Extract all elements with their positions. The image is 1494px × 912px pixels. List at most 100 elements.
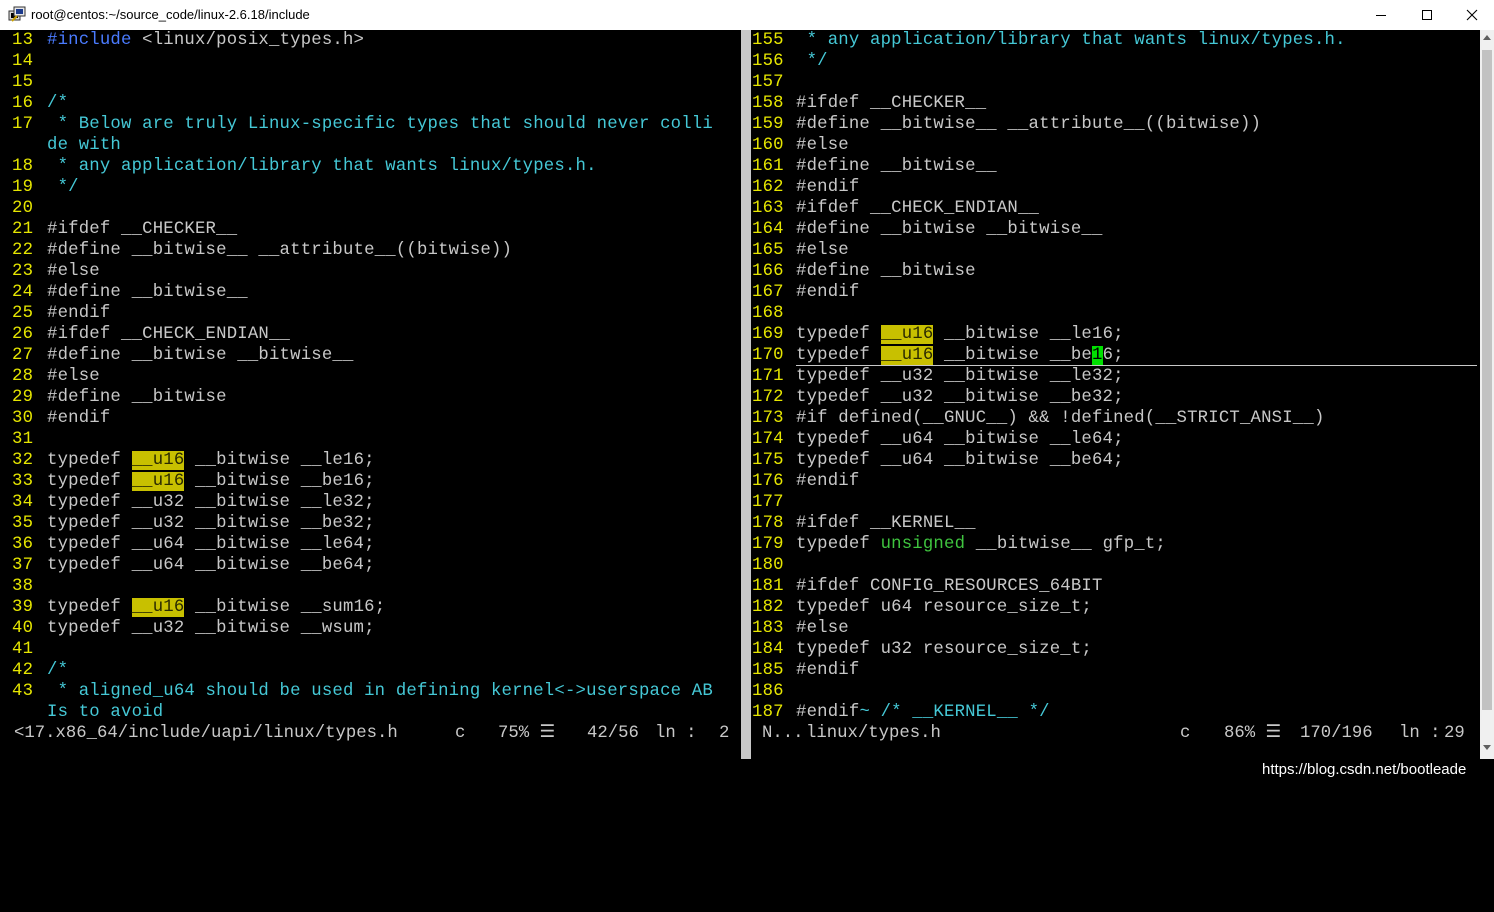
code-line[interactable]: 186 — [752, 681, 796, 702]
code-line[interactable]: 187 #endif~ /* __KERNEL__ */ — [752, 702, 1050, 723]
status-filetype: c — [1180, 724, 1191, 743]
code-line[interactable]: 17 * Below are truly Linux-specific type… — [0, 114, 713, 135]
terminal-area[interactable]: 13 #include <linux/posix_types.h> 14 15 16 /*… — [0, 30, 1480, 759]
scroll-down-arrow-icon[interactable] — [1483, 745, 1491, 751]
code-line[interactable]: 39 typedef __u16 __bitwise __sum16; — [0, 597, 385, 618]
code-line[interactable]: 43 * aligned_u64 should be used in defin… — [0, 681, 713, 702]
code-line[interactable]: 176 #endif — [752, 471, 859, 492]
line-number: 37 — [12, 556, 34, 575]
code-line[interactable]: 184 typedef u32 resource_size_t; — [752, 639, 1092, 660]
code-line[interactable]: 38 — [0, 576, 47, 597]
code-token: #endif — [796, 178, 860, 197]
code-line[interactable]: 166 #define __bitwise — [752, 261, 976, 282]
vertical-scrollbar[interactable] — [1480, 30, 1494, 759]
code-line[interactable]: 159 #define __bitwise__ __attribute__((bi… — [752, 114, 1261, 135]
code-line[interactable]: 161 #define __bitwise__ — [752, 156, 997, 177]
code-line[interactable]: 14 — [0, 51, 47, 72]
code-line[interactable]: 164 #define __bitwise __bitwise__ — [752, 219, 1103, 240]
code-line[interactable]: de with — [0, 135, 121, 156]
code-line[interactable]: 181 #ifdef CONFIG_RESOURCES_64BIT — [752, 576, 1103, 597]
code-line[interactable]: 173 #if defined(__GNUC__) && !defined(__S… — [752, 408, 1325, 429]
code-token: #endif — [796, 661, 860, 680]
code-token: typedef __u64 __bitwise __le64; — [47, 535, 375, 554]
right-editor-pane[interactable]: 155 * any application/library that wants… — [752, 30, 1480, 744]
code-token: * aligned_u64 should be used in defining… — [47, 682, 713, 701]
code-line[interactable]: 37 typedef __u64 __bitwise __be64; — [0, 555, 375, 576]
window-title: root@centos:~/source_code/linux-2.6.18/i… — [31, 7, 310, 22]
search-highlight: __u16 — [880, 325, 934, 344]
code-line[interactable]: 163 #ifdef __CHECK_ENDIAN__ — [752, 198, 1039, 219]
code-line[interactable]: 169 typedef __u16 __bitwise __le16; — [752, 324, 1124, 345]
code-line[interactable]: 183 #else — [752, 618, 849, 639]
code-line[interactable]: 178 #ifdef __KERNEL__ — [752, 513, 976, 534]
status-ln-label: ln : — [1399, 724, 1441, 743]
code-line[interactable]: 158 #ifdef __CHECKER__ — [752, 93, 986, 114]
code-line[interactable]: 155 * any application/library that wants… — [752, 30, 1346, 51]
code-line[interactable]: 42 /* — [0, 660, 68, 681]
left-editor-pane[interactable]: 13 #include <linux/posix_types.h> 14 15 16 /*… — [0, 30, 741, 744]
line-number: 181 — [752, 577, 784, 596]
line-number: 43 — [12, 682, 34, 701]
code-line[interactable]: 24 #define __bitwise__ — [0, 282, 248, 303]
code-line[interactable]: 157 — [752, 72, 796, 93]
code-line[interactable]: 36 typedef __u64 __bitwise __le64; — [0, 534, 375, 555]
code-token: typedef — [796, 535, 881, 554]
code-line[interactable]: 162 #endif — [752, 177, 859, 198]
maximize-button[interactable] — [1404, 0, 1450, 30]
code-line[interactable]: 30 #endif — [0, 408, 110, 429]
vertical-split-divider[interactable] — [741, 30, 751, 759]
code-line[interactable]: 40 typedef __u32 __bitwise __wsum; — [0, 618, 375, 639]
code-line[interactable]: 25 #endif — [0, 303, 110, 324]
code-line[interactable]: 180 — [752, 555, 796, 576]
status-file: <17.x86_64/include/uapi/linux/types.h — [14, 724, 398, 743]
code-line[interactable]: 19 */ — [0, 177, 79, 198]
code-line[interactable]: 174 typedef __u64 __bitwise __le64; — [752, 429, 1124, 450]
code-line[interactable]: 182 typedef u64 resource_size_t; — [752, 597, 1092, 618]
close-button[interactable] — [1449, 0, 1494, 30]
code-line[interactable]: 29 #define __bitwise — [0, 387, 227, 408]
code-line[interactable]: 167 #endif — [752, 282, 859, 303]
line-number: 184 — [752, 640, 784, 659]
scrollbar-thumb[interactable] — [1482, 50, 1492, 710]
code-line[interactable]: 156 */ — [752, 51, 828, 72]
code-line[interactable]: 28 #else — [0, 366, 100, 387]
code-token: */ — [796, 52, 828, 71]
code-line[interactable]: 26 #ifdef __CHECK_ENDIAN__ — [0, 324, 290, 345]
code-line[interactable]: 185 #endif — [752, 660, 859, 681]
code-line[interactable]: 22 #define __bitwise__ __attribute__((bit… — [0, 240, 512, 261]
code-token: __bitwise __be16; — [184, 472, 375, 491]
line-number: 16 — [12, 94, 34, 113]
code-line[interactable]: 179 typedef unsigned __bitwise__ gfp_t; — [752, 534, 1166, 555]
code-line[interactable]: 165 #else — [752, 240, 849, 261]
code-line[interactable]: 16 /* — [0, 93, 68, 114]
code-line[interactable]: 18 * any application/library that wants … — [0, 156, 597, 177]
code-line[interactable]: 41 — [0, 639, 47, 660]
code-line[interactable]: 175 typedef __u64 __bitwise __be64; — [752, 450, 1124, 471]
code-line[interactable]: 171 typedef __u32 __bitwise __le32; — [752, 366, 1124, 387]
code-line[interactable]: 27 #define __bitwise __bitwise__ — [0, 345, 354, 366]
search-highlight: __u16 — [131, 451, 185, 470]
code-line[interactable]: 21 #ifdef __CHECKER__ — [0, 219, 237, 240]
code-line[interactable]: 34 typedef __u32 __bitwise __le32; — [0, 492, 375, 513]
code-line[interactable]: 20 — [0, 198, 47, 219]
code-line[interactable]: 168 — [752, 303, 796, 324]
line-number: 40 — [12, 619, 34, 638]
code-line[interactable]: 172 typedef __u32 __bitwise __be32; — [752, 387, 1124, 408]
code-line[interactable]: Is to avoid — [0, 702, 163, 723]
code-token: #ifdef __CHECKER__ — [796, 94, 987, 113]
code-line[interactable]: 35 typedef __u32 __bitwise __be32; — [0, 513, 375, 534]
code-line[interactable]: 33 typedef __u16 __bitwise __be16; — [0, 471, 375, 492]
scroll-up-arrow-icon[interactable] — [1483, 34, 1491, 40]
code-line[interactable]: 170 typedef __u16 __bitwise __be16; — [752, 345, 1124, 366]
line-number: 156 — [752, 52, 784, 71]
code-line[interactable]: 32 typedef __u16 __bitwise __le16; — [0, 450, 375, 471]
code-line[interactable]: 160 #else — [752, 135, 849, 156]
code-line[interactable]: 13 #include <linux/posix_types.h> — [0, 30, 364, 51]
code-line[interactable]: 31 — [0, 429, 47, 450]
code-line[interactable]: 15 — [0, 72, 47, 93]
code-line[interactable]: 177 — [752, 492, 796, 513]
code-line[interactable]: 23 #else — [0, 261, 100, 282]
minimize-button[interactable] — [1358, 0, 1404, 30]
line-number: 166 — [752, 262, 784, 281]
line-number: 177 — [752, 493, 784, 512]
